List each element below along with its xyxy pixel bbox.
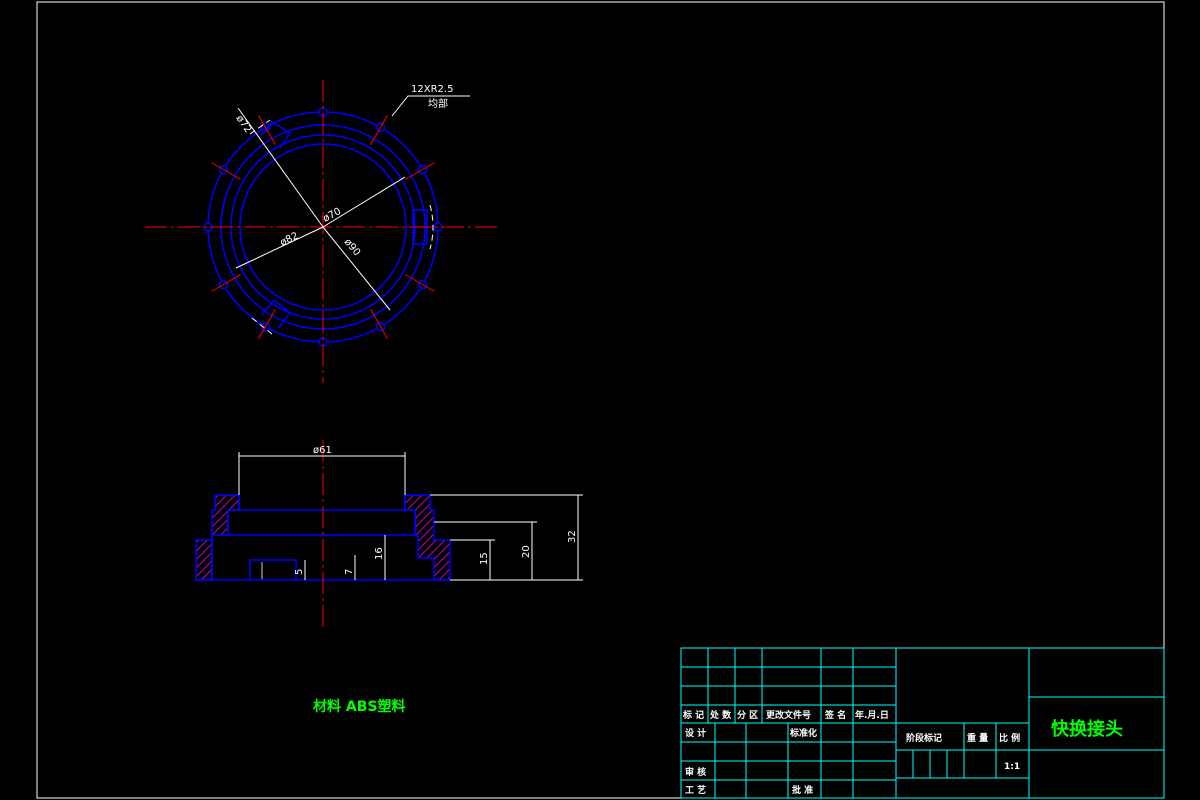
- section-outline-mid: [227, 510, 416, 536]
- dim-h-20: 20: [521, 545, 532, 558]
- tb-hdr-zone: 分 区: [737, 709, 758, 721]
- tb-scale-label: 比 例: [999, 732, 1020, 744]
- tb-design: 设 计: [685, 727, 706, 739]
- material-note: 材料 ABS塑料: [313, 698, 405, 715]
- tb-review: 审 核: [685, 766, 706, 778]
- tb-weight: 重 量: [967, 732, 988, 744]
- dim-h-15: 15: [479, 552, 490, 565]
- dim-dia-61: ø61: [313, 445, 332, 456]
- section-outline-upper: [238, 495, 406, 511]
- tb-process: 工 艺: [685, 784, 706, 796]
- dim-dia-82: ø82: [278, 231, 300, 249]
- note-notch-radius: 12XR2.5: [411, 84, 453, 95]
- tb-hdr-date: 年.月.日: [855, 709, 889, 721]
- top-view: ø72 ø70 ø82 ø90 12XR2.5 均部: [145, 80, 500, 383]
- leader-dia-82: [235, 226, 324, 269]
- tb-hdr-sign: 签 名: [824, 709, 846, 721]
- dim-h-5: 5: [294, 569, 305, 575]
- hatch-right-wall: [404, 494, 451, 581]
- dim-dia-90: ø90: [342, 237, 363, 259]
- cad-drawing: ø72 ø70 ø82 ø90 12XR2.5 均部 ø61 5 7 16 15…: [36, 1, 1165, 799]
- dim-dia-72: ø72: [234, 113, 254, 135]
- dim-h-7: 7: [344, 569, 355, 575]
- dim-h-16: 16: [374, 547, 385, 560]
- drawing-frame: [36, 1, 1165, 799]
- note-distribution: 均部: [428, 97, 448, 110]
- section-view: ø61 5 7 16 15 20 32: [195, 440, 583, 628]
- tb-stage-mark: 阶段标记: [906, 732, 942, 744]
- dim-h-32: 32: [567, 530, 578, 543]
- hatch-left-wall: [195, 494, 240, 581]
- tb-hdr-doc: 更改文件号: [766, 709, 811, 721]
- tb-part-name: 快换接头: [1051, 718, 1123, 740]
- tb-approve: 批 准: [792, 784, 813, 796]
- tb-scale-value: 1:1: [1004, 762, 1020, 772]
- section-slot: [249, 559, 297, 580]
- tb-standardize: 标准化: [789, 727, 817, 739]
- tb-hdr-mark: 标 记: [682, 709, 704, 721]
- tb-hdr-count: 处 数: [709, 709, 732, 721]
- leader-dia-90: [322, 226, 391, 311]
